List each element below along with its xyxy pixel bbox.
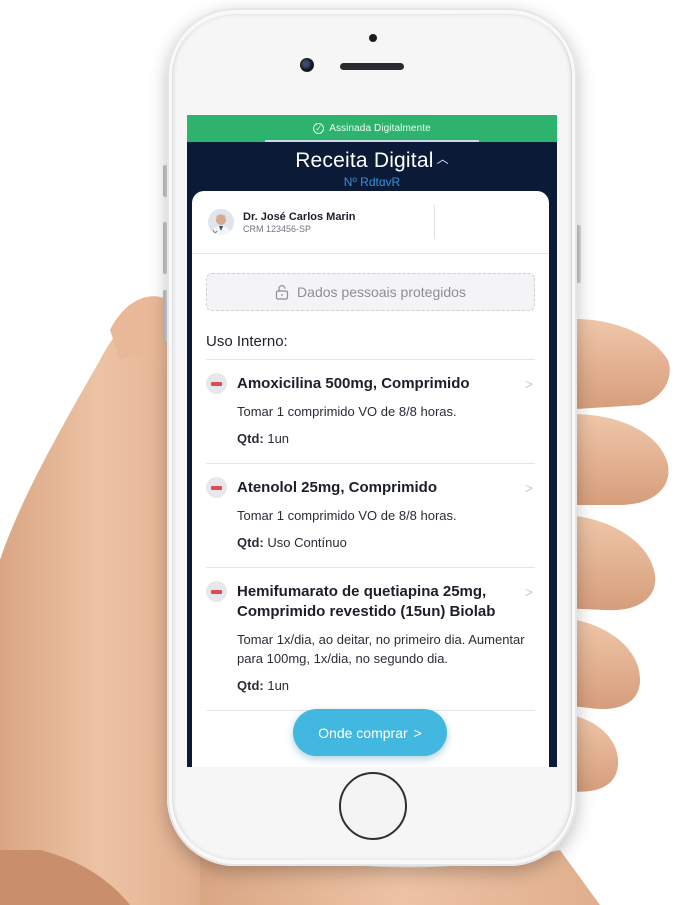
prescription-card: Dr. José Carlos Marin CRM 123456-SP Dado… bbox=[192, 191, 549, 767]
chevron-right-icon: > bbox=[413, 724, 422, 741]
medication-instructions: Tomar 1 comprimido VO de 8/8 horas. bbox=[237, 404, 457, 419]
pill-icon bbox=[206, 477, 227, 498]
page-title-text: Receita Digital bbox=[295, 149, 434, 172]
chevron-right-icon[interactable]: > bbox=[525, 584, 533, 600]
chevron-right-icon[interactable]: > bbox=[525, 376, 533, 392]
medication-qty: Qtd: 1un bbox=[237, 431, 535, 446]
qty-value: 1un bbox=[267, 678, 290, 693]
earpiece-speaker bbox=[340, 63, 404, 70]
section-title: Uso Interno: bbox=[206, 333, 535, 360]
qty-value: Uso Contínuo bbox=[267, 535, 347, 550]
protected-label: Dados pessoais protegidos bbox=[297, 284, 466, 300]
prescription-number: Nº RdtqvR bbox=[343, 175, 401, 186]
medication-qty: Qtd: Uso Contínuo bbox=[237, 535, 535, 550]
signed-label: Assinada Digitalmente bbox=[329, 123, 431, 134]
page-title[interactable]: Receita Digital ︿ bbox=[187, 149, 557, 173]
qty-label: Qtd: bbox=[237, 678, 264, 693]
app-screen: ✓ Assinada Digitalmente Receita Digital ︿… bbox=[187, 115, 557, 767]
medication-item[interactable]: Atenolol 25mg, Comprimido > Tomar 1 comp… bbox=[206, 464, 535, 568]
chevron-up-icon[interactable]: ︿ bbox=[437, 152, 449, 166]
doctor-header: Dr. José Carlos Marin CRM 123456-SP bbox=[192, 191, 549, 254]
medication-item[interactable]: Hemifumarato de quetiapina 25mg, Comprim… bbox=[206, 568, 535, 711]
medication-name: Amoxicilina 500mg, Comprimido bbox=[237, 375, 470, 392]
home-button[interactable] bbox=[339, 772, 407, 840]
qty-value: 1un bbox=[267, 431, 290, 446]
doctor-crm: CRM 123456-SP bbox=[243, 223, 312, 234]
medication-qty: Qtd: 1un bbox=[237, 678, 517, 693]
qty-label: Qtd: bbox=[237, 535, 264, 550]
front-camera-icon bbox=[300, 58, 314, 72]
where-to-buy-label: Onde comprar bbox=[318, 724, 408, 741]
chevron-right-icon[interactable]: > bbox=[525, 480, 533, 496]
pill-icon bbox=[206, 373, 227, 394]
check-circle-icon: ✓ bbox=[313, 123, 325, 134]
lock-icon bbox=[275, 284, 289, 300]
medication-instructions: Tomar 1x/dia, ao deitar, no primeiro dia… bbox=[237, 632, 525, 666]
where-to-buy-button[interactable]: Onde comprar > bbox=[293, 709, 447, 756]
pill-icon bbox=[206, 581, 227, 602]
qty-label: Qtd: bbox=[237, 431, 264, 446]
doctor-avatar bbox=[208, 209, 234, 235]
proximity-sensor bbox=[369, 34, 377, 42]
medication-name: Atenolol 25mg, Comprimido bbox=[237, 479, 438, 496]
medication-instructions: Tomar 1 comprimido VO de 8/8 horas. bbox=[237, 508, 457, 523]
divider bbox=[434, 205, 435, 239]
doctor-name: Dr. José Carlos Marin bbox=[243, 210, 356, 223]
protected-data-banner[interactable]: Dados pessoais protegidos bbox=[206, 273, 535, 311]
medication-name: Hemifumarato de quetiapina 25mg, Comprim… bbox=[237, 583, 496, 620]
medication-item[interactable]: Amoxicilina 500mg, Comprimido > Tomar 1 … bbox=[206, 360, 535, 464]
signed-status-bar: ✓ Assinada Digitalmente bbox=[187, 115, 557, 142]
